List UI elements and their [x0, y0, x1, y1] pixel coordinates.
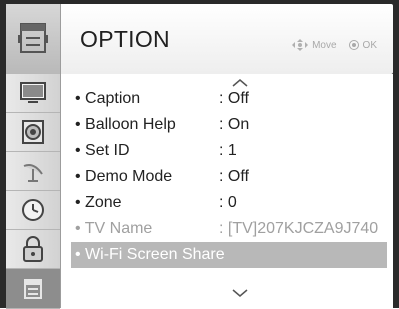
menu-item-label: • Demo Mode — [75, 168, 173, 185]
picture-icon — [20, 82, 46, 103]
lock-icon — [23, 236, 43, 262]
menu-item-value: : 0 — [219, 194, 237, 211]
satellite-icon — [23, 164, 43, 182]
menu-item-value: : [TV]207KJCZA9J740 — [219, 220, 379, 237]
menu-header: OPTION Move OK — [6, 4, 393, 74]
clock-icon — [22, 199, 44, 221]
option-icon — [18, 23, 48, 53]
menu-item-value: : 1 — [219, 142, 237, 159]
sidebar-item-channel[interactable] — [6, 152, 60, 191]
menu-item-value: : Off — [219, 168, 249, 185]
sidebar-item-audio[interactable] — [6, 113, 60, 152]
ok-hint-label: OK — [362, 39, 377, 51]
option-panel: OPTION Move OK • Caption: Off • Balloon… — [0, 0, 399, 309]
menu-item-label: • Caption — [75, 90, 141, 107]
option-icon — [24, 278, 42, 299]
category-sidebar — [6, 74, 61, 309]
ok-icon — [348, 40, 359, 50]
nav-hint: Move OK — [292, 39, 377, 51]
scroll-down-icon[interactable] — [231, 288, 249, 298]
menu-item-tv-name: • TV Name : [TV]207KJCZA9J740 — [75, 216, 387, 242]
sidebar-item-time[interactable] — [6, 191, 60, 230]
menu-item-label: • Balloon Help — [75, 116, 176, 133]
move-hint-label: Move — [312, 39, 337, 51]
menu-item-label: • Set ID — [75, 142, 130, 159]
menu-item-set-id[interactable]: • Set ID : 1 — [75, 138, 387, 164]
header-icon-box — [6, 4, 61, 74]
menu-item-label: • Zone — [75, 194, 122, 211]
sidebar-item-picture[interactable] — [6, 74, 60, 113]
menu-item-balloon-help[interactable]: • Balloon Help : On — [75, 112, 387, 138]
menu-item-wifi-screen-share[interactable]: • Wi-Fi Screen Share — [71, 242, 387, 268]
menu-item-demo-mode[interactable]: • Demo Mode : Off — [75, 164, 387, 190]
audio-icon — [22, 120, 44, 144]
menu-item-value: : Off — [219, 90, 249, 107]
menu-item-label: • TV Name — [75, 220, 153, 237]
menu-item-caption[interactable]: • Caption : Off — [75, 86, 387, 112]
option-list: • Caption : Off • Balloon Help : On • Se… — [61, 74, 393, 308]
move-icon — [292, 39, 309, 51]
sidebar-item-option[interactable] — [6, 269, 60, 309]
menu-item-zone[interactable]: • Zone : 0 — [75, 190, 387, 216]
menu-item-value: : On — [219, 116, 250, 133]
page-title: OPTION — [80, 26, 170, 52]
sidebar-item-lock[interactable] — [6, 230, 60, 269]
menu-item-label: • Wi-Fi Screen Share — [75, 246, 225, 263]
